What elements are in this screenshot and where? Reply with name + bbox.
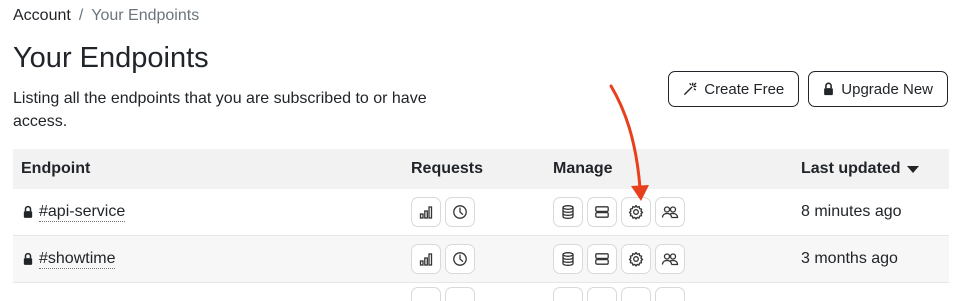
- table-row-partial: [13, 283, 949, 301]
- table-header: Endpoint Requests Manage Last updated: [13, 149, 949, 189]
- request-history-button[interactable]: [445, 197, 475, 227]
- icon-button-stub: [621, 287, 651, 301]
- column-header-manage: Manage: [553, 160, 613, 177]
- column-header-last-updated-label: Last updated: [801, 160, 901, 177]
- usage-chart-button[interactable]: [411, 197, 441, 227]
- clock-icon: [453, 252, 467, 266]
- users-icon: [661, 253, 679, 266]
- members-button[interactable]: [655, 244, 685, 274]
- members-button[interactable]: [655, 197, 685, 227]
- server-icon: [595, 253, 609, 265]
- server-button[interactable]: [587, 244, 617, 274]
- create-free-label: Create Free: [704, 80, 785, 98]
- magic-wand-icon: [684, 82, 697, 95]
- bar-chart-icon: [419, 253, 433, 266]
- column-header-last-updated[interactable]: Last updated: [801, 149, 919, 189]
- manage-cell: [553, 244, 685, 274]
- icon-button-stub: [553, 287, 583, 301]
- sort-down-caret-icon: [906, 165, 919, 173]
- endpoints-table: Endpoint Requests Manage Last updated #a…: [13, 149, 949, 301]
- icon-button-stub: [655, 287, 685, 301]
- settings-button[interactable]: [621, 244, 651, 274]
- endpoint-cell: #api-service: [23, 189, 126, 235]
- create-free-button[interactable]: Create Free: [668, 71, 800, 107]
- page-actions: Create Free Upgrade New: [668, 71, 948, 107]
- icon-button-stub: [587, 287, 617, 301]
- settings-button[interactable]: [621, 197, 651, 227]
- last-updated-text: 8 minutes ago: [801, 203, 902, 220]
- breadcrumb-account-link[interactable]: Account: [13, 7, 71, 25]
- users-icon: [661, 206, 679, 219]
- server-button[interactable]: [587, 197, 617, 227]
- bar-chart-icon: [419, 206, 433, 219]
- endpoint-link[interactable]: #api-service: [39, 203, 126, 222]
- last-updated-text: 3 months ago: [801, 250, 898, 267]
- lock-icon: [824, 82, 834, 96]
- breadcrumb-separator: /: [78, 7, 84, 24]
- gear-icon: [628, 251, 644, 267]
- gear-icon: [628, 204, 644, 220]
- database-icon: [562, 205, 574, 219]
- upgrade-new-label: Upgrade New: [841, 80, 933, 98]
- lock-icon: [23, 205, 33, 218]
- request-history-button[interactable]: [445, 244, 475, 274]
- manage-cell: [553, 197, 685, 227]
- breadcrumb-current: Your Endpoints: [91, 7, 200, 24]
- page-title: Your Endpoints: [13, 42, 209, 74]
- server-icon: [595, 206, 609, 218]
- usage-chart-button[interactable]: [411, 244, 441, 274]
- clock-icon: [453, 205, 467, 219]
- database-button[interactable]: [553, 244, 583, 274]
- column-header-requests: Requests: [411, 160, 484, 177]
- endpoint-link[interactable]: #showtime: [39, 250, 116, 269]
- breadcrumb: Account / Your Endpoints: [13, 7, 199, 25]
- lock-icon: [23, 252, 33, 265]
- endpoint-cell: #showtime: [23, 236, 116, 282]
- page-subtitle: Listing all the endpoints that you are s…: [13, 90, 427, 130]
- upgrade-new-button[interactable]: Upgrade New: [808, 71, 948, 107]
- requests-cell: [411, 197, 475, 227]
- table-row: #api-service 8 minutes ago: [13, 189, 949, 236]
- database-icon: [562, 252, 574, 266]
- icon-button-stub: [411, 287, 441, 301]
- icon-button-stub: [445, 287, 475, 301]
- requests-cell: [411, 244, 475, 274]
- database-button[interactable]: [553, 197, 583, 227]
- column-header-endpoint: Endpoint: [21, 160, 91, 177]
- table-row: #showtime 3 months ago: [13, 236, 949, 283]
